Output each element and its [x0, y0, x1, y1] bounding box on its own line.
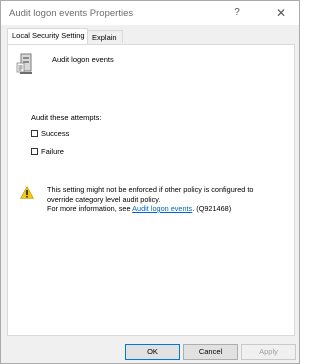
properties-dialog: Audit logon events Properties ? ✕ Local … [0, 0, 300, 364]
title-bar: Audit logon events Properties ? ✕ [1, 1, 299, 25]
warning-line-3: For more information, see Audit logon ev… [47, 204, 292, 214]
tab-panel: Audit logon events Audit these attempts:… [7, 44, 295, 336]
success-label[interactable]: Success [41, 129, 69, 138]
apply-button[interactable]: Apply [241, 344, 296, 360]
close-button[interactable]: ✕ [263, 1, 299, 25]
success-checkbox[interactable] [31, 129, 38, 137]
warning-line-1: This setting might not be enforced if ot… [47, 185, 254, 194]
failure-checkbox-row[interactable]: Failure [31, 146, 64, 156]
ok-button[interactable]: OK [125, 344, 180, 360]
cancel-button[interactable]: Cancel [183, 344, 238, 360]
failure-label[interactable]: Failure [41, 147, 64, 156]
audit-attempts-label: Audit these attempts: [31, 113, 102, 122]
server-policy-icon [16, 53, 32, 74]
tab-explain[interactable]: Explain [87, 30, 123, 43]
audit-logon-events-link[interactable]: Audit logon events [132, 204, 192, 213]
window-title: Audit logon events Properties [9, 8, 134, 19]
kb-reference: . (Q921468) [192, 204, 232, 213]
more-info-prefix: For more information, see [47, 204, 133, 213]
warning-icon [20, 186, 34, 199]
failure-checkbox[interactable] [31, 147, 38, 155]
policy-name: Audit logon events [52, 55, 114, 64]
warning-message: This setting might not be enforced if ot… [47, 185, 292, 214]
success-checkbox-row[interactable]: Success [31, 128, 69, 138]
help-button[interactable]: ? [219, 1, 255, 25]
tab-local-security-setting[interactable]: Local Security Setting [7, 28, 88, 44]
warning-line-2: override category level audit policy. [47, 194, 161, 204]
tab-strip: Local Security Setting Explain [7, 28, 295, 44]
